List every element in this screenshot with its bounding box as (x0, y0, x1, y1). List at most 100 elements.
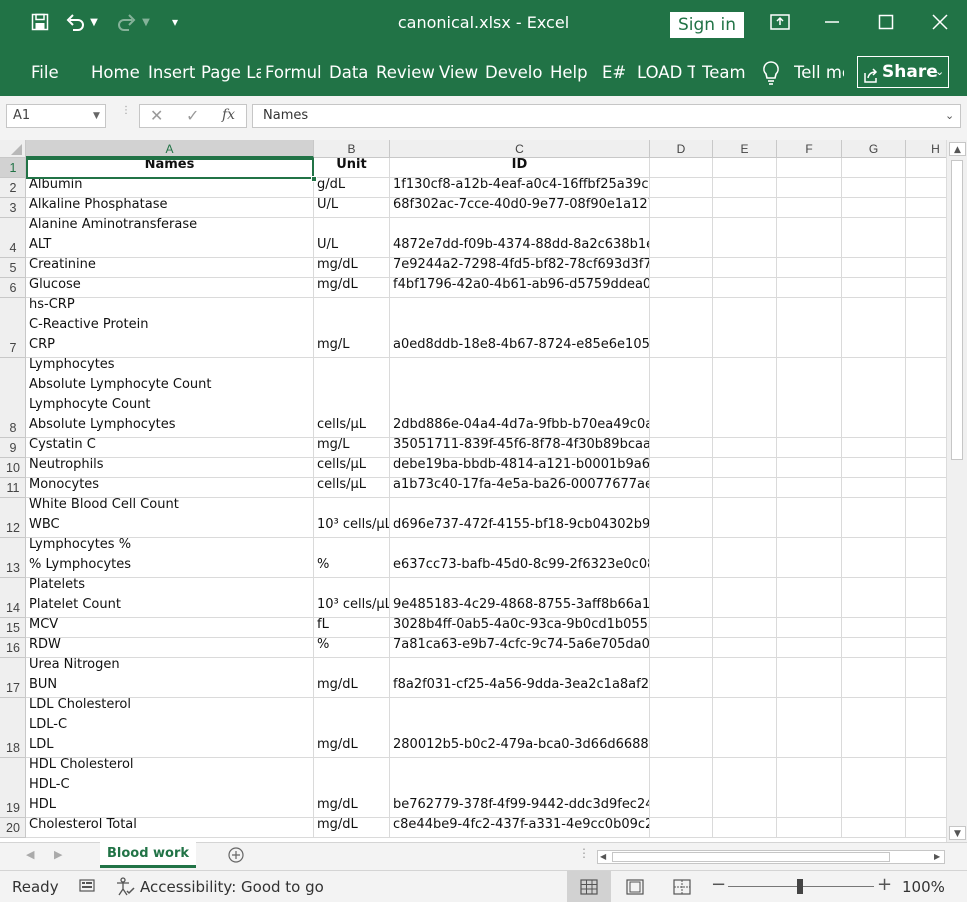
cell-e1[interactable] (713, 158, 777, 178)
page-layout-view-icon[interactable] (626, 879, 644, 897)
cell-f12[interactable] (777, 498, 842, 538)
cell-a13[interactable]: Lymphocytes %% Lymphocytes (26, 538, 314, 578)
scroll-left-icon[interactable]: ◀ (600, 851, 606, 863)
cell-h17[interactable] (906, 658, 946, 698)
cell-a10[interactable]: Neutrophils (26, 458, 314, 478)
cell-a14[interactable]: Platelets Platelet Count (26, 578, 314, 618)
cell-h15[interactable] (906, 618, 946, 638)
cell-f9[interactable] (777, 438, 842, 458)
tab-formulas[interactable]: Formul (265, 62, 325, 84)
column-header-b[interactable]: B (314, 140, 390, 158)
cell-c15[interactable]: 3028b4ff-0ab5-4a0c-93ca-9b0cd1b05555 (390, 618, 650, 638)
fill-handle[interactable] (311, 176, 317, 182)
cell-f18[interactable] (777, 698, 842, 758)
cell-b18[interactable]: mg/dL (314, 698, 390, 758)
cell-a20[interactable]: Cholesterol Total (26, 818, 314, 838)
cell-e5[interactable] (713, 258, 777, 278)
tab-view[interactable]: View (439, 62, 481, 84)
minimize-icon[interactable] (812, 8, 852, 36)
tell-me-search[interactable]: Tell me (794, 62, 844, 84)
cell-e2[interactable] (713, 178, 777, 198)
cell-d20[interactable] (650, 818, 713, 838)
tab-help[interactable]: Help (550, 62, 590, 84)
cell-b11[interactable]: cells/µL (314, 478, 390, 498)
tab-data[interactable]: Data (329, 62, 369, 84)
cell-g17[interactable] (842, 658, 906, 698)
cell-a5[interactable]: Creatinine (26, 258, 314, 278)
cell-c9[interactable]: 35051711-839f-45f6-8f78-4f30b89bcaad (390, 438, 650, 458)
cell-c12[interactable]: d696e737-472f-4155-bf18-9cb04302b9bc (390, 498, 650, 538)
vertical-scrollbar[interactable]: ▲ ▼ (946, 140, 967, 842)
cell-c17[interactable]: f8a2f031-cf25-4a56-9dda-3ea2c1a8af27 (390, 658, 650, 698)
zoom-level[interactable]: 100% (902, 878, 945, 896)
cell-g16[interactable] (842, 638, 906, 658)
cell-h5[interactable] (906, 258, 946, 278)
cell-b4[interactable]: U/L (314, 218, 390, 258)
cell-g3[interactable] (842, 198, 906, 218)
cell-d2[interactable] (650, 178, 713, 198)
cell-h7[interactable] (906, 298, 946, 358)
row-header-13[interactable]: 13 (0, 538, 26, 578)
cell-d14[interactable] (650, 578, 713, 618)
cell-e9[interactable] (713, 438, 777, 458)
column-header-f[interactable]: F (777, 140, 842, 158)
row-header-1[interactable]: 1 (0, 158, 26, 178)
cell-f14[interactable] (777, 578, 842, 618)
tab-team[interactable]: Team (702, 62, 746, 84)
accessibility-status[interactable]: Accessibility: Good to go (140, 878, 324, 896)
cell-b13[interactable]: % (314, 538, 390, 578)
cell-e15[interactable] (713, 618, 777, 638)
row-header-4[interactable]: 4 (0, 218, 26, 258)
cell-g13[interactable] (842, 538, 906, 578)
cell-f10[interactable] (777, 458, 842, 478)
cell-e13[interactable] (713, 538, 777, 578)
cell-g18[interactable] (842, 698, 906, 758)
cell-a2[interactable]: Albumin (26, 178, 314, 198)
row-header-11[interactable]: 11 (0, 478, 26, 498)
cell-f5[interactable] (777, 258, 842, 278)
cell-b17[interactable]: mg/dL (314, 658, 390, 698)
cell-c11[interactable]: a1b73c40-17fa-4e5a-ba26-00077677ae3d (390, 478, 650, 498)
cell-d18[interactable] (650, 698, 713, 758)
cell-h18[interactable] (906, 698, 946, 758)
scroll-down-icon[interactable]: ▼ (949, 826, 966, 840)
cell-d15[interactable] (650, 618, 713, 638)
cell-h6[interactable] (906, 278, 946, 298)
zoom-in-icon[interactable]: + (877, 874, 892, 895)
select-all-corner[interactable] (0, 140, 26, 158)
column-header-a[interactable]: A (26, 140, 314, 158)
cell-a1[interactable]: Names (26, 158, 314, 178)
tab-e-sharp[interactable]: E# (602, 62, 630, 84)
cell-b3[interactable]: U/L (314, 198, 390, 218)
cell-d16[interactable] (650, 638, 713, 658)
cell-h11[interactable] (906, 478, 946, 498)
cell-c10[interactable]: debe19ba-bbdb-4814-a121-b0001b9a62e5 (390, 458, 650, 478)
cell-c1[interactable]: ID (390, 158, 650, 178)
cell-g9[interactable] (842, 438, 906, 458)
insert-function-icon[interactable]: fx (222, 107, 235, 123)
row-header-8[interactable]: 8 (0, 358, 26, 438)
cell-g1[interactable] (842, 158, 906, 178)
maximize-icon[interactable] (866, 8, 906, 36)
cell-f19[interactable] (777, 758, 842, 818)
scroll-right-icon[interactable]: ▶ (934, 851, 940, 863)
cell-e14[interactable] (713, 578, 777, 618)
tab-page-layout[interactable]: Page La (201, 62, 261, 84)
column-header-c[interactable]: C (390, 140, 650, 158)
cell-b2[interactable]: g/dL (314, 178, 390, 198)
cell-h12[interactable] (906, 498, 946, 538)
cell-g12[interactable] (842, 498, 906, 538)
cell-b15[interactable]: fL (314, 618, 390, 638)
cell-c2[interactable]: 1f130cf8-a12b-4eaf-a0c4-16ffbf25a39c (390, 178, 650, 198)
cell-e12[interactable] (713, 498, 777, 538)
cell-b5[interactable]: mg/dL (314, 258, 390, 278)
ribbon-display-options-icon[interactable] (760, 8, 800, 36)
tab-review[interactable]: Review (376, 62, 434, 84)
cell-g4[interactable] (842, 218, 906, 258)
close-icon[interactable] (920, 8, 960, 36)
row-header-19[interactable]: 19 (0, 758, 26, 818)
cell-e6[interactable] (713, 278, 777, 298)
cell-d3[interactable] (650, 198, 713, 218)
scroll-up-icon[interactable]: ▲ (949, 142, 966, 156)
cell-b6[interactable]: mg/dL (314, 278, 390, 298)
